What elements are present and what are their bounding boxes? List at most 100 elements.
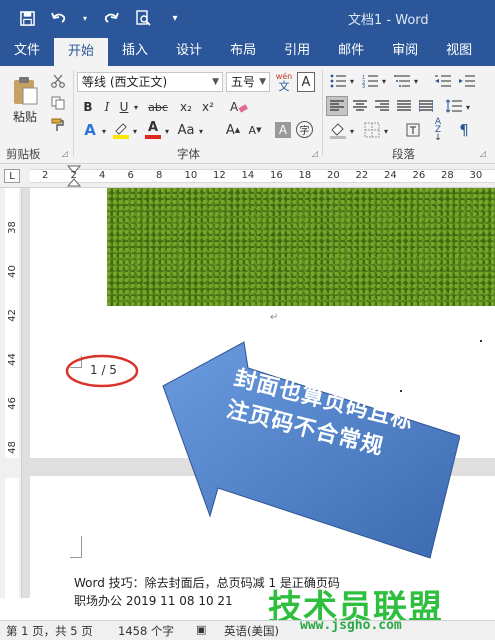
tab-file[interactable]: 文件 [0,36,54,66]
format-painter-icon[interactable] [48,116,68,134]
paste-label: 粘贴 [12,109,37,124]
copy-icon[interactable] [48,94,68,112]
highlight-color-icon[interactable] [111,120,131,140]
tab-insert[interactable]: 插入 [108,36,162,66]
paste-icon [14,76,38,104]
tab-design[interactable]: 设计 [162,36,216,66]
line-spacing-dropdown-icon[interactable]: ▾ [464,98,472,116]
status-words[interactable]: 1458 个字 [118,623,174,639]
character-border-button[interactable]: A [297,72,315,92]
svg-text:A: A [230,100,239,114]
ruler-tick-label: 28 [441,170,454,181]
clipboard-group-label: 剪贴板 [6,147,41,161]
increase-indent-icon[interactable] [457,72,477,90]
tab-mailings[interactable]: 邮件 [324,36,378,66]
ruler-tick-label: 44 [6,353,18,366]
ruler-tick-label: 12 [213,170,226,181]
chevron-down-icon: ▼ [212,77,219,87]
enclose-characters-icon[interactable]: 字 [296,121,313,138]
distributed-icon[interactable] [416,96,436,116]
highlight-dropdown-icon[interactable]: ▾ [131,122,139,140]
status-language[interactable]: 英语(美国) [224,623,279,639]
ruler-tick-label: 48 [6,441,18,454]
borders-icon[interactable] [362,120,382,140]
asian-layout-icon[interactable] [403,120,423,140]
ruler-tick-label: 18 [298,170,312,181]
ruler-tick-label: 2 [42,170,49,181]
ruler-tick-label: 26 [412,170,426,181]
undo-dropdown-icon[interactable]: ▾ [82,9,88,27]
change-case-dropdown-icon[interactable]: ▾ [197,122,205,140]
font-size-dropdown[interactable]: 五号 ▼ [226,72,270,92]
save-icon[interactable] [18,9,36,27]
text-effects-icon[interactable]: A [80,120,100,140]
clipboard-launcher-icon[interactable]: ◿ [60,148,70,158]
phonetic-char: 文 [278,80,290,93]
font-family-dropdown[interactable]: 等线 (西文正文) ▼ [77,72,223,92]
font-launcher-icon[interactable]: ◿ [310,148,320,158]
font-family-value: 等线 (西文正文) [82,75,168,89]
tab-selector-button[interactable]: L [4,169,20,183]
ruler-tick-label: 10 [184,170,198,181]
align-left-icon[interactable] [326,96,348,116]
decrease-indent-icon[interactable] [433,72,453,90]
undo-icon[interactable] [50,9,68,27]
ruler-tick-label: 2 [70,170,77,181]
customize-qat-icon[interactable]: ▾ [166,9,184,27]
bullets-icon[interactable] [328,72,348,90]
status-page[interactable]: 第 1 页，共 5 页 [6,623,93,639]
document-line-2[interactable]: 职场办公 2019 11 08 10 21 [74,592,233,609]
tab-view[interactable]: 视图 [432,36,486,66]
shading-icon[interactable] [328,120,348,140]
numbering-icon[interactable]: 123 [360,72,380,90]
show-marks-icon[interactable]: ¶ [454,120,474,140]
font-color-icon[interactable]: A [143,120,163,140]
multilevel-list-icon[interactable] [392,72,412,90]
change-case-button[interactable]: Aa [175,120,197,140]
horizontal-ruler[interactable]: L 2 2 4 6 8 10 12 14 16 18 20 22 24 26 28 30 [0,164,495,188]
align-right-icon[interactable] [372,96,392,116]
numbering-dropdown-icon[interactable]: ▾ [380,72,388,90]
shading-dropdown-icon[interactable]: ▾ [348,122,356,140]
font-color-dropdown-icon[interactable]: ▾ [163,122,171,140]
paragraph-mark: ↵ [270,312,279,323]
tab-home[interactable]: 开始 [54,38,109,66]
underline-dropdown-icon[interactable]: ▾ [132,98,140,116]
tab-review[interactable]: 审阅 [378,36,432,66]
sort-icon[interactable]: A Z ↓ [428,118,448,143]
print-preview-icon[interactable] [134,9,152,27]
grass-image[interactable] [107,188,495,306]
tab-references[interactable]: 引用 [270,36,324,66]
font-size-value: 五号 [231,75,256,89]
ruler-tick-label: 38 [6,221,18,234]
line-spacing-icon[interactable] [444,96,464,116]
redo-icon[interactable] [102,9,120,27]
grow-font-icon[interactable]: A ▲ [224,120,242,140]
ruler-tick-label: 42 [6,309,18,322]
shrink-font-icon[interactable]: A ▼ [246,120,264,140]
bold-button[interactable]: B [80,98,96,116]
separator [73,70,74,156]
text-effects-dropdown-icon[interactable]: ▾ [100,122,108,140]
status-bar: 第 1 页，共 5 页 1458 个字 ▣ 英语(美国) [0,620,495,640]
proofing-icon[interactable]: ▣ [196,623,206,636]
borders-dropdown-icon[interactable]: ▾ [382,122,390,140]
justify-icon[interactable] [394,96,414,116]
multilevel-dropdown-icon[interactable]: ▾ [412,72,420,90]
strikethrough-button[interactable]: abc [143,98,173,116]
paragraph-launcher-icon[interactable]: ◿ [478,148,488,158]
bullets-dropdown-icon[interactable]: ▾ [348,72,356,90]
italic-button[interactable]: I [99,98,115,116]
phonetic-guide-button[interactable]: wén 文 [274,70,294,94]
vertical-ruler[interactable]: 38 40 42 44 46 48 [0,188,22,598]
paste-button[interactable]: 粘贴 [8,72,42,128]
character-shading-icon[interactable]: A [275,122,291,138]
underline-button[interactable]: U [116,98,132,116]
cut-icon[interactable] [48,72,68,90]
align-center-icon[interactable] [350,96,370,116]
ribbon-tabs: 文件 开始 插入 设计 布局 引用 邮件 审阅 视图 [0,36,495,66]
superscript-button[interactable]: x² [199,98,217,116]
subscript-button[interactable]: x₂ [177,98,195,116]
tab-layout[interactable]: 布局 [216,36,270,66]
clear-formatting-icon[interactable]: A [229,98,249,116]
